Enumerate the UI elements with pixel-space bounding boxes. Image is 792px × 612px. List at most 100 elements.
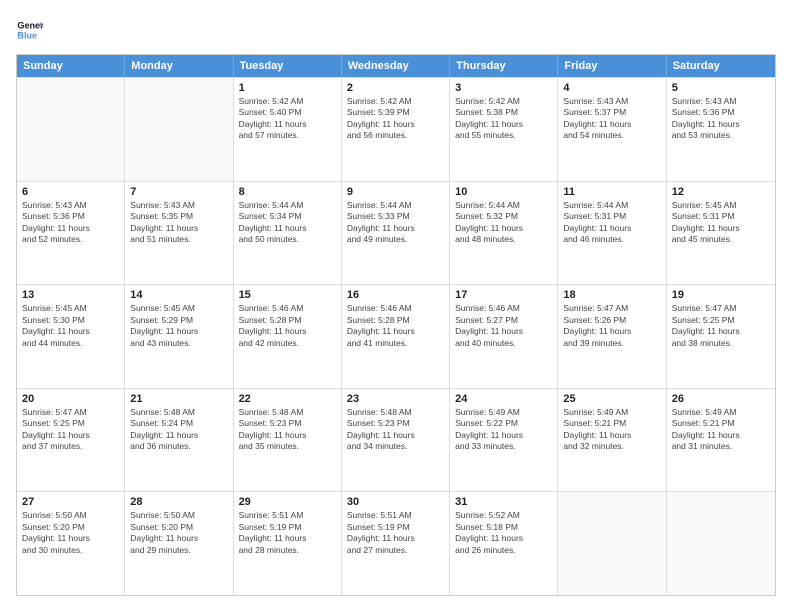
day-number: 3 bbox=[455, 82, 552, 94]
calendar-cell: 27Sunrise: 5:50 AM Sunset: 5:20 PM Dayli… bbox=[17, 492, 125, 595]
calendar-cell: 17Sunrise: 5:46 AM Sunset: 5:27 PM Dayli… bbox=[450, 285, 558, 388]
day-number: 19 bbox=[672, 289, 770, 301]
header-day-tuesday: Tuesday bbox=[234, 55, 342, 77]
calendar-cell: 10 Sunrise: 5:44 AM Sunset: 5:32 PM Dayli… bbox=[450, 182, 558, 285]
calendar-cell: 24Sunrise: 5:49 AM Sunset: 5:22 PM Dayli… bbox=[450, 389, 558, 492]
day-number: 14 bbox=[130, 289, 227, 301]
day-info: Sunrise: 5:42 AM Sunset: 5:39 PM Dayligh… bbox=[347, 96, 444, 142]
calendar-cell: 15Sunrise: 5:46 AM Sunset: 5:28 PM Dayli… bbox=[234, 285, 342, 388]
header-day-sunday: Sunday bbox=[17, 55, 125, 77]
calendar-cell: 22 Sunrise: 5:48 AM Sunset: 5:23 PM Dayli… bbox=[234, 389, 342, 492]
day-info: Sunrise: 5:47 AM Sunset: 5:25 PM Dayligh… bbox=[672, 303, 770, 349]
calendar-cell: 16 Sunrise: 5:46 AM Sunset: 5:28 PM Dayli… bbox=[342, 285, 450, 388]
day-info: Sunrise: 5:45 AM Sunset: 5:31 PM Dayligh… bbox=[672, 200, 770, 246]
day-info: Sunrise: 5:46 AM Sunset: 5:28 PM Dayligh… bbox=[347, 303, 444, 349]
page: General Blue SundayMondayTuesdayWednesda… bbox=[0, 0, 792, 612]
day-number: 13 bbox=[22, 289, 119, 301]
day-number: 20 bbox=[22, 393, 119, 405]
header-day-wednesday: Wednesday bbox=[342, 55, 450, 77]
day-number: 30 bbox=[347, 496, 444, 508]
calendar-cell: 12 Sunrise: 5:45 AM Sunset: 5:31 PM Dayli… bbox=[667, 182, 775, 285]
calendar-cell bbox=[125, 78, 233, 181]
calendar-cell: 18 Sunrise: 5:47 AM Sunset: 5:26 PM Dayli… bbox=[558, 285, 666, 388]
logo: General Blue bbox=[16, 16, 44, 44]
calendar-week-5: 27 Sunrise: 5:50 AM Sunset: 5:20 PM Dayli… bbox=[17, 491, 775, 595]
day-info: Sunrise: 5:49 AM Sunset: 5:21 PM Dayligh… bbox=[563, 407, 660, 453]
logo-icon: General Blue bbox=[16, 16, 44, 44]
calendar-cell: 31 Sunrise: 5:52 AM Sunset: 5:18 PM Dayli… bbox=[450, 492, 558, 595]
day-number: 26 bbox=[672, 393, 770, 405]
day-number: 1 bbox=[239, 82, 336, 94]
header-day-thursday: Thursday bbox=[450, 55, 558, 77]
calendar-cell: 7Sunrise: 5:43 AM Sunset: 5:35 PM Daylig… bbox=[125, 182, 233, 285]
day-number: 16 bbox=[347, 289, 444, 301]
day-info: Sunrise: 5:43 AM Sunset: 5:37 PM Dayligh… bbox=[563, 96, 660, 142]
day-number: 24 bbox=[455, 393, 552, 405]
day-info: Sunrise: 5:45 AM Sunset: 5:30 PM Dayligh… bbox=[22, 303, 119, 349]
calendar-week-3: 13 Sunrise: 5:45 AM Sunset: 5:30 PM Dayli… bbox=[17, 284, 775, 388]
day-number: 31 bbox=[455, 496, 552, 508]
day-info: Sunrise: 5:51 AM Sunset: 5:19 PM Dayligh… bbox=[239, 510, 336, 556]
day-info: Sunrise: 5:47 AM Sunset: 5:26 PM Dayligh… bbox=[563, 303, 660, 349]
day-number: 25 bbox=[563, 393, 660, 405]
day-number: 27 bbox=[22, 496, 119, 508]
day-number: 23 bbox=[347, 393, 444, 405]
day-number: 9 bbox=[347, 186, 444, 198]
day-number: 11 bbox=[563, 186, 660, 198]
day-info: Sunrise: 5:44 AM Sunset: 5:32 PM Dayligh… bbox=[455, 200, 552, 246]
day-info: Sunrise: 5:52 AM Sunset: 5:18 PM Dayligh… bbox=[455, 510, 552, 556]
header-day-monday: Monday bbox=[125, 55, 233, 77]
svg-text:Blue: Blue bbox=[17, 30, 37, 40]
day-info: Sunrise: 5:44 AM Sunset: 5:33 PM Dayligh… bbox=[347, 200, 444, 246]
day-number: 21 bbox=[130, 393, 227, 405]
day-info: Sunrise: 5:43 AM Sunset: 5:36 PM Dayligh… bbox=[672, 96, 770, 142]
day-number: 12 bbox=[672, 186, 770, 198]
calendar-cell: 26 Sunrise: 5:49 AM Sunset: 5:21 PM Dayli… bbox=[667, 389, 775, 492]
calendar-cell bbox=[17, 78, 125, 181]
day-info: Sunrise: 5:50 AM Sunset: 5:20 PM Dayligh… bbox=[130, 510, 227, 556]
calendar-cell: 25 Sunrise: 5:49 AM Sunset: 5:21 PM Dayli… bbox=[558, 389, 666, 492]
calendar-cell: 29 Sunrise: 5:51 AM Sunset: 5:19 PM Dayli… bbox=[234, 492, 342, 595]
calendar-week-2: 6Sunrise: 5:43 AM Sunset: 5:36 PM Daylig… bbox=[17, 181, 775, 285]
calendar-cell bbox=[667, 492, 775, 595]
day-number: 2 bbox=[347, 82, 444, 94]
day-number: 29 bbox=[239, 496, 336, 508]
day-info: Sunrise: 5:44 AM Sunset: 5:34 PM Dayligh… bbox=[239, 200, 336, 246]
day-number: 8 bbox=[239, 186, 336, 198]
day-info: Sunrise: 5:43 AM Sunset: 5:35 PM Dayligh… bbox=[130, 200, 227, 246]
day-info: Sunrise: 5:46 AM Sunset: 5:27 PM Dayligh… bbox=[455, 303, 552, 349]
header: General Blue bbox=[16, 16, 776, 44]
day-number: 18 bbox=[563, 289, 660, 301]
calendar-cell: 28Sunrise: 5:50 AM Sunset: 5:20 PM Dayli… bbox=[125, 492, 233, 595]
calendar-week-4: 20Sunrise: 5:47 AM Sunset: 5:25 PM Dayli… bbox=[17, 388, 775, 492]
day-info: Sunrise: 5:51 AM Sunset: 5:19 PM Dayligh… bbox=[347, 510, 444, 556]
calendar-cell: 19 Sunrise: 5:47 AM Sunset: 5:25 PM Dayli… bbox=[667, 285, 775, 388]
day-info: Sunrise: 5:48 AM Sunset: 5:24 PM Dayligh… bbox=[130, 407, 227, 453]
calendar-cell: 9 Sunrise: 5:44 AM Sunset: 5:33 PM Daylig… bbox=[342, 182, 450, 285]
header-day-saturday: Saturday bbox=[667, 55, 775, 77]
day-info: Sunrise: 5:44 AM Sunset: 5:31 PM Dayligh… bbox=[563, 200, 660, 246]
day-info: Sunrise: 5:48 AM Sunset: 5:23 PM Dayligh… bbox=[239, 407, 336, 453]
day-number: 6 bbox=[22, 186, 119, 198]
header-day-friday: Friday bbox=[558, 55, 666, 77]
day-info: Sunrise: 5:42 AM Sunset: 5:40 PM Dayligh… bbox=[239, 96, 336, 142]
day-number: 4 bbox=[563, 82, 660, 94]
calendar: SundayMondayTuesdayWednesdayThursdayFrid… bbox=[16, 54, 776, 596]
day-info: Sunrise: 5:46 AM Sunset: 5:28 PM Dayligh… bbox=[239, 303, 336, 349]
calendar-cell: 13 Sunrise: 5:45 AM Sunset: 5:30 PM Dayli… bbox=[17, 285, 125, 388]
calendar-cell: 21 Sunrise: 5:48 AM Sunset: 5:24 PM Dayli… bbox=[125, 389, 233, 492]
calendar-cell: 4 Sunrise: 5:43 AM Sunset: 5:37 PM Daylig… bbox=[558, 78, 666, 181]
day-number: 22 bbox=[239, 393, 336, 405]
calendar-cell: 3Sunrise: 5:42 AM Sunset: 5:38 PM Daylig… bbox=[450, 78, 558, 181]
day-info: Sunrise: 5:45 AM Sunset: 5:29 PM Dayligh… bbox=[130, 303, 227, 349]
calendar-body: 1 Sunrise: 5:42 AM Sunset: 5:40 PM Daylig… bbox=[17, 77, 775, 595]
day-number: 10 bbox=[455, 186, 552, 198]
calendar-cell: 14 Sunrise: 5:45 AM Sunset: 5:29 PM Dayli… bbox=[125, 285, 233, 388]
calendar-cell: 6Sunrise: 5:43 AM Sunset: 5:36 PM Daylig… bbox=[17, 182, 125, 285]
calendar-cell: 23Sunrise: 5:48 AM Sunset: 5:23 PM Dayli… bbox=[342, 389, 450, 492]
calendar-cell: 11 Sunrise: 5:44 AM Sunset: 5:31 PM Dayli… bbox=[558, 182, 666, 285]
day-info: Sunrise: 5:49 AM Sunset: 5:21 PM Dayligh… bbox=[672, 407, 770, 453]
calendar-cell: 8 Sunrise: 5:44 AM Sunset: 5:34 PM Daylig… bbox=[234, 182, 342, 285]
calendar-week-1: 1 Sunrise: 5:42 AM Sunset: 5:40 PM Daylig… bbox=[17, 77, 775, 181]
calendar-cell: 20Sunrise: 5:47 AM Sunset: 5:25 PM Dayli… bbox=[17, 389, 125, 492]
